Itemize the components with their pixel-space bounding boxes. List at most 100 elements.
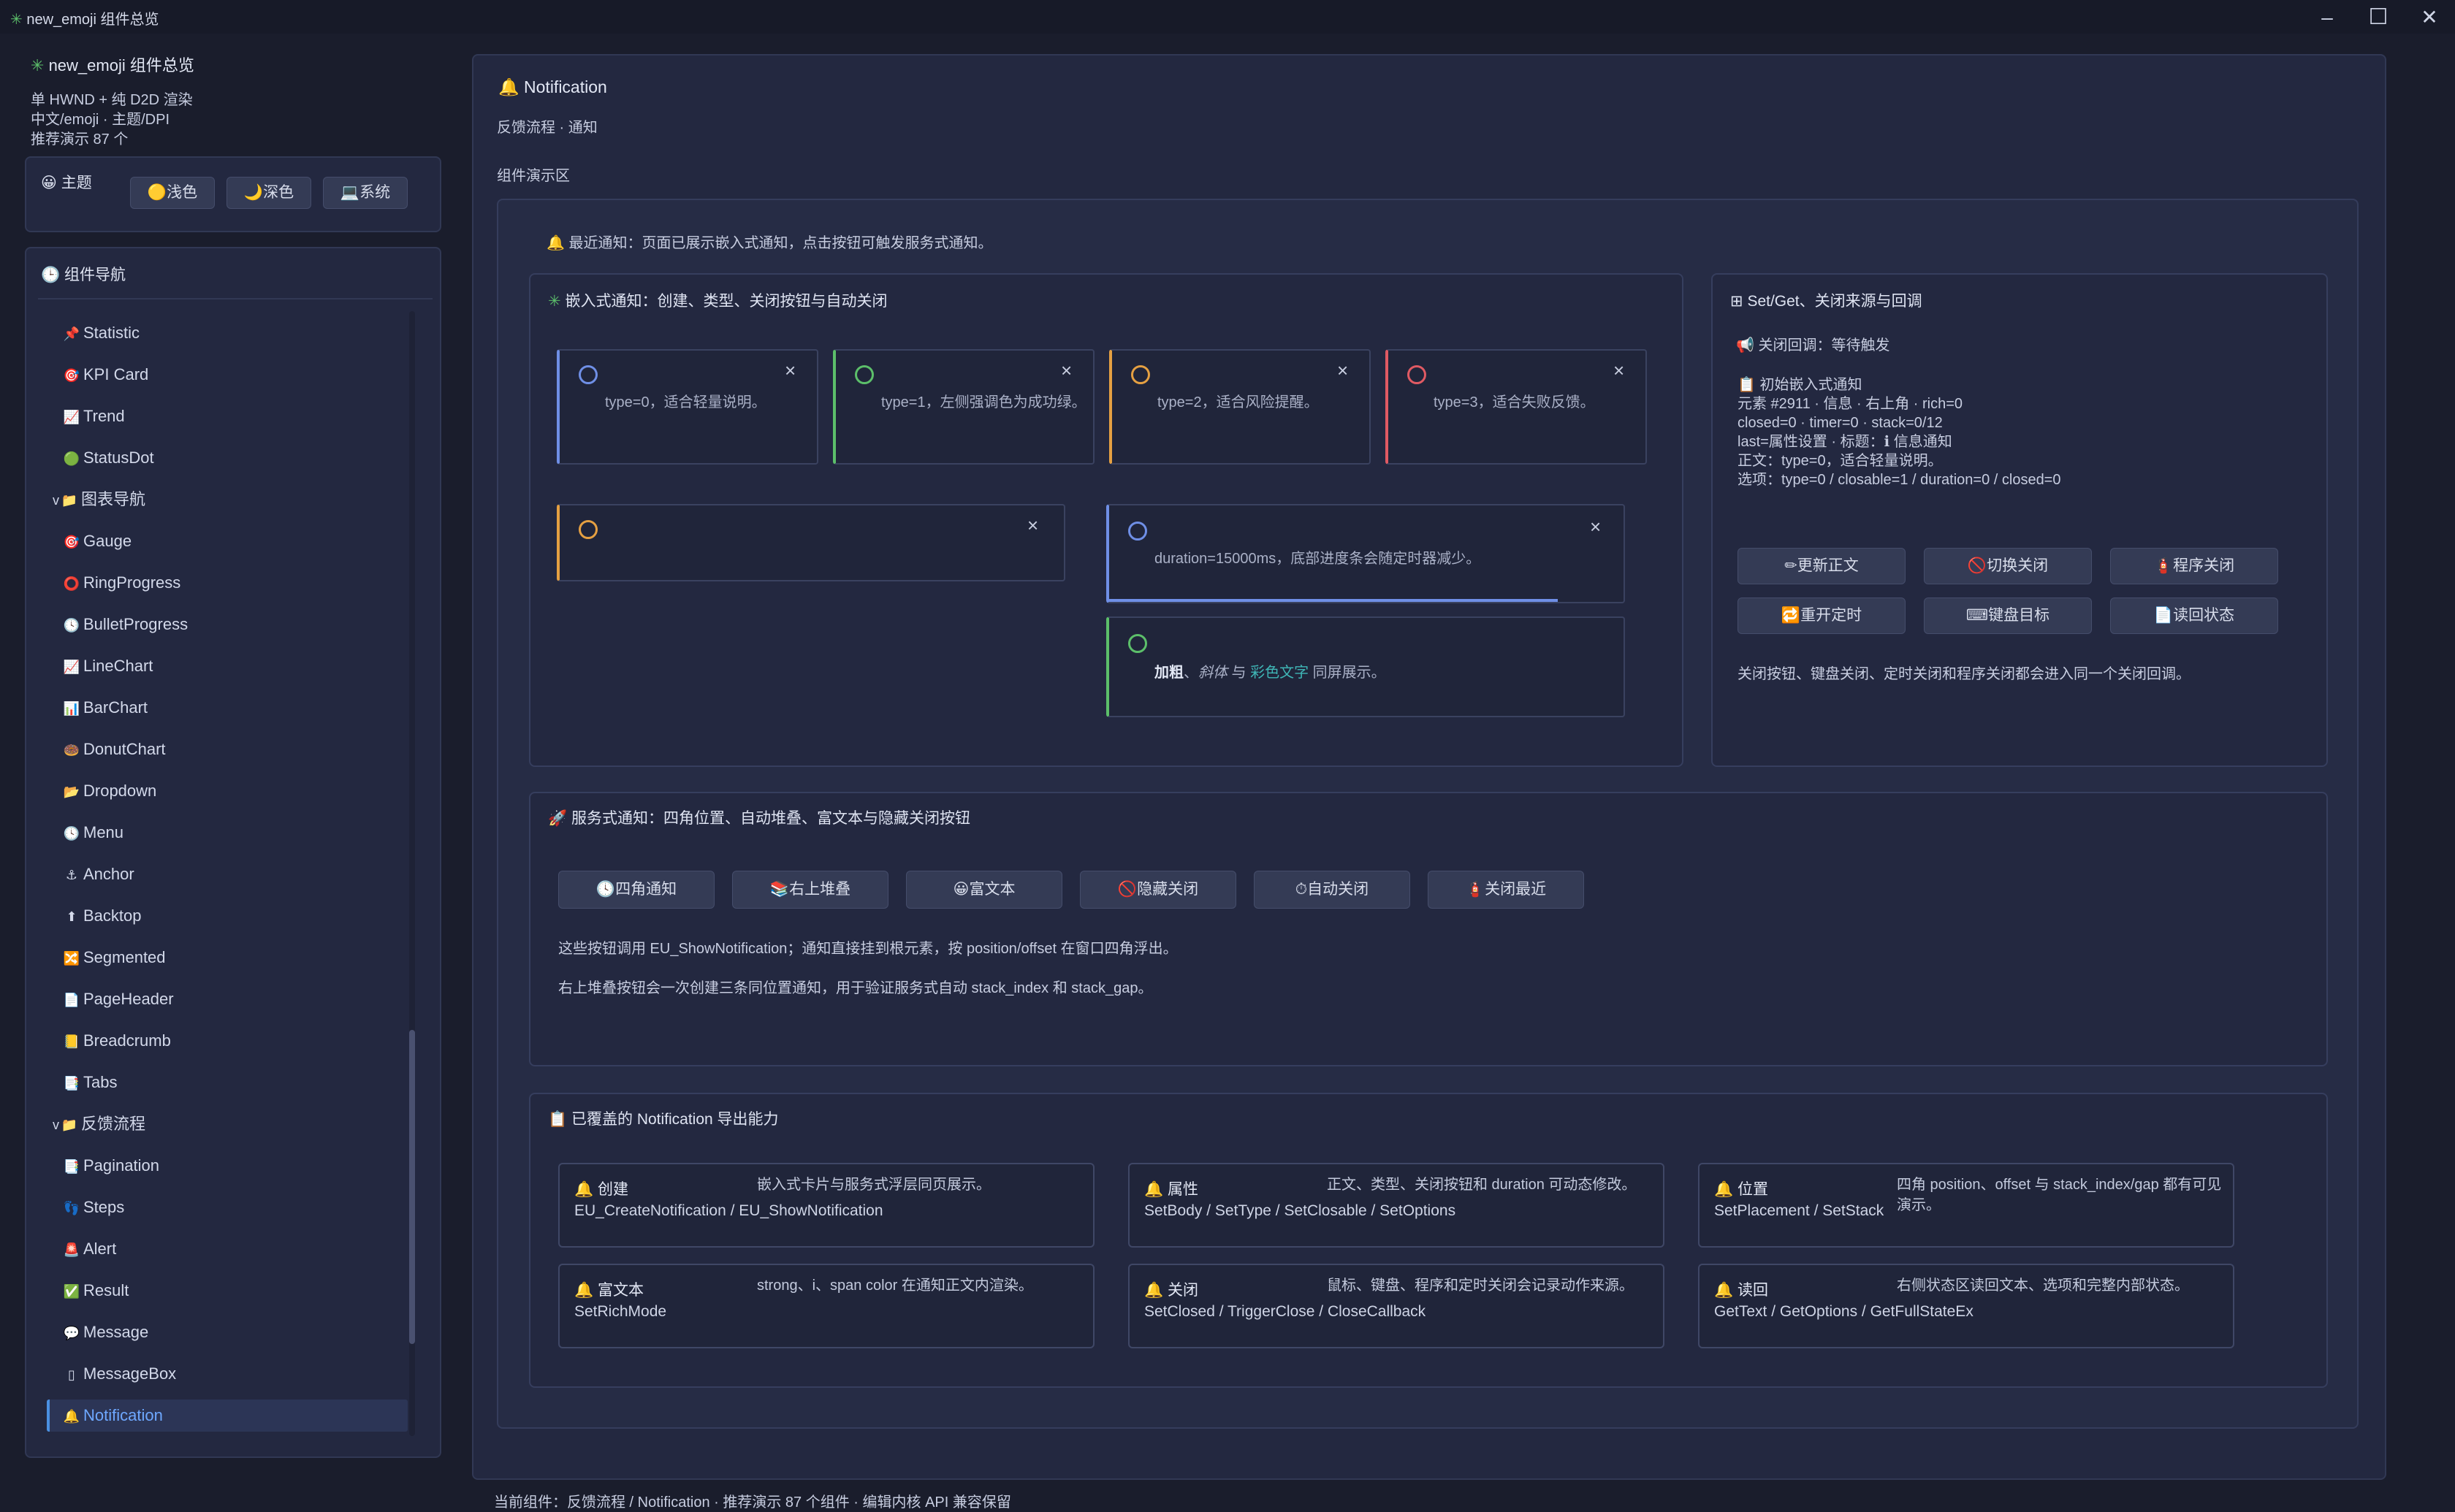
sidebar-item[interactable]: 📌 Statistic — [63, 318, 140, 348]
sidebar-item-label: BarChart — [83, 698, 148, 717]
item-icon: 📈 — [63, 410, 80, 424]
sidebar-item[interactable]: 📑 Pagination — [63, 1151, 159, 1180]
sidebar-item[interactable]: 🎯 KPI Card — [63, 360, 148, 389]
sidebar-item-label: Backtop — [83, 906, 142, 925]
keyboard-target-button[interactable]: ⌨键盘目标 — [1924, 597, 2092, 634]
sidebar-item[interactable]: 📄 PageHeader — [63, 985, 174, 1014]
minimize-button[interactable]: – — [2309, 3, 2345, 32]
sidebar-item[interactable]: 📒 Breadcrumb — [63, 1026, 171, 1055]
close-icon[interactable]: × — [1027, 514, 1038, 537]
auto-close-button[interactable]: ⏱自动关闭 — [1254, 871, 1410, 909]
close-window-button[interactable]: ✕ — [2411, 3, 2448, 32]
corner-notify-button[interactable]: 🕓四角通知 — [558, 871, 715, 909]
status-bar: 当前组件：反馈流程 / Notification · 推荐演示 87 个组件 ·… — [494, 1494, 1011, 1511]
hide-close-button[interactable]: 🚫隐藏关闭 — [1080, 871, 1236, 909]
feature-api: SetRichMode — [574, 1303, 667, 1320]
item-icon: 📒 — [63, 1034, 80, 1049]
sidebar-item[interactable]: 💬 Message — [63, 1318, 149, 1347]
toggle-close-button[interactable]: 🚫切换关闭 — [1924, 548, 2092, 584]
demo-label: 组件演示区 — [497, 168, 570, 184]
sidebar-item[interactable]: ▯ MessageBox — [63, 1359, 176, 1389]
sidebar-item[interactable]: 🔀 Segmented — [63, 943, 166, 972]
sidebar-info: 单 HWND + 纯 D2D 渲染 中文/emoji · 主题/DPI 推荐演示… — [31, 92, 193, 148]
restart-timer-button[interactable]: 🔁重开定时 — [1737, 597, 1906, 634]
theme-dark-button[interactable]: 🌙深色 — [227, 177, 311, 209]
theme-system-button[interactable]: 💻系统 — [323, 177, 408, 209]
close-icon[interactable]: × — [1590, 516, 1601, 538]
sidebar-item[interactable]: ⚓ Anchor — [63, 860, 134, 889]
feature-title: 🔔 属性 — [1144, 1181, 1198, 1198]
sidebar-item[interactable]: 🚨 Alert — [63, 1234, 116, 1264]
sidebar-item[interactable]: ⭕ RingProgress — [63, 568, 181, 597]
sidebar-item-label: Menu — [83, 823, 124, 841]
callback-status: 📢 关闭回调：等待触发 — [1736, 337, 1890, 354]
sidebar-item[interactable]: v 📁 反馈流程 — [53, 1110, 145, 1139]
sidebar-item[interactable]: 📊 BarChart — [63, 693, 148, 722]
sidebar-item-label: Result — [83, 1281, 129, 1299]
feature-desc: 正文、类型、关闭按钮和 duration 可动态修改。 — [1327, 1177, 1637, 1193]
sidebar-item[interactable]: v 📁 图表导航 — [53, 485, 145, 514]
item-icon: 🕓 — [63, 618, 80, 633]
window-title: ✳ new_emoji 组件总览 — [10, 12, 159, 28]
feature-desc: 嵌入式卡片与服务式浮层同页展示。 — [757, 1177, 991, 1193]
notification-text: type=2，适合风险提醒。 — [1157, 394, 1319, 411]
theme-label: 😀 主题 — [41, 175, 92, 191]
sidebar-item[interactable]: 📑 Tabs — [63, 1068, 118, 1097]
sidebar-item[interactable]: 👣 Steps — [63, 1193, 124, 1222]
sidebar-item[interactable]: ✅ Result — [63, 1276, 129, 1305]
update-body-button[interactable]: ✏更新正文 — [1737, 548, 1906, 584]
divider — [38, 298, 433, 299]
theme-light-button[interactable]: 🟡浅色 — [130, 177, 215, 209]
sidebar-item-label: Breadcrumb — [83, 1031, 171, 1050]
nav-scrollbar-thumb[interactable] — [409, 1030, 415, 1344]
close-icon[interactable]: × — [1613, 359, 1624, 382]
sidebar-item[interactable]: 📂 Dropdown — [63, 776, 157, 806]
theme-panel: 😀 主题 🟡浅色 🌙深色 💻系统 — [25, 156, 441, 232]
notification-type-card: × type=1，左侧强调色为成功绿。 — [833, 349, 1095, 465]
sidebar-item[interactable]: 🔔 Notification — [63, 1401, 163, 1430]
status-icon — [1131, 365, 1150, 384]
sidebar-item-label: StatusDot — [83, 448, 154, 467]
sidebar-item-label: Notification — [83, 1406, 163, 1424]
sidebar-item[interactable]: 📈 Trend — [63, 402, 125, 431]
rich-text: 加粗、斜体 与 彩色文字 同屏展示。 — [1154, 665, 1386, 681]
sidebar-item-label: Message — [83, 1323, 149, 1341]
sidebar-item[interactable]: 🎯 Gauge — [63, 527, 132, 556]
sidebar-item[interactable]: 🕓 BulletProgress — [63, 610, 188, 639]
item-icon: 🕓 — [63, 826, 80, 841]
close-icon[interactable]: × — [1337, 359, 1348, 382]
program-close-button[interactable]: 🧯程序关闭 — [2110, 548, 2278, 584]
feature-desc: 右侧状态区读回文本、选项和完整内部状态。 — [1897, 1278, 2189, 1294]
sidebar-item[interactable]: 🟢 StatusDot — [63, 443, 154, 473]
notification-type-card: × type=2，适合风险提醒。 — [1109, 349, 1371, 465]
sidebar-item-label: Segmented — [83, 948, 166, 966]
item-icon: 💬 — [63, 1326, 80, 1340]
close-latest-button[interactable]: 🧯关闭最近 — [1428, 871, 1584, 909]
rich-text-button[interactable]: 😀富文本 — [906, 871, 1062, 909]
stack-top-right-button[interactable]: 📚右上堆叠 — [732, 871, 888, 909]
feature-card: 🔔 位置 四角 position、offset 与 stack_index/gap… — [1698, 1163, 2234, 1248]
app-icon: ✳ — [10, 12, 23, 28]
notification-text: type=3，适合失败反馈。 — [1434, 394, 1595, 411]
sidebar-item-label: 反馈流程 — [81, 1115, 146, 1133]
status-icon — [1128, 522, 1147, 541]
maximize-button[interactable]: ☐ — [2360, 3, 2397, 32]
state-readout: 📋 初始嵌入式通知 元素 #2911 · 信息 · 右上角 · rich=0 c… — [1737, 377, 2061, 488]
item-icon: 🔀 — [63, 951, 80, 966]
exports-title: 📋 已覆盖的 Notification 导出能力 — [548, 1111, 779, 1128]
notification-empty-card: × — [557, 504, 1065, 581]
sidebar-item[interactable]: 🕓 Menu — [63, 818, 123, 847]
notification-type-card: × type=3，适合失败反馈。 — [1385, 349, 1647, 465]
close-icon[interactable]: × — [1061, 359, 1072, 382]
status-icon — [855, 365, 874, 384]
feature-title: 🔔 位置 — [1714, 1181, 1768, 1198]
read-state-button[interactable]: 📄读回状态 — [2110, 597, 2278, 634]
close-icon[interactable]: × — [785, 359, 796, 382]
sidebar-item[interactable]: 🍩 DonutChart — [63, 735, 166, 764]
feature-desc: 鼠标、键盘、程序和定时关闭会记录动作来源。 — [1327, 1278, 1634, 1294]
chevron-down-icon: v — [53, 493, 59, 508]
sidebar-item-label: PageHeader — [83, 990, 174, 1008]
sidebar-item[interactable]: ⬆ Backtop — [63, 901, 142, 931]
sidebar-item[interactable]: 📈 LineChart — [63, 652, 153, 681]
nav-title: 🕒 组件导航 — [41, 267, 126, 283]
